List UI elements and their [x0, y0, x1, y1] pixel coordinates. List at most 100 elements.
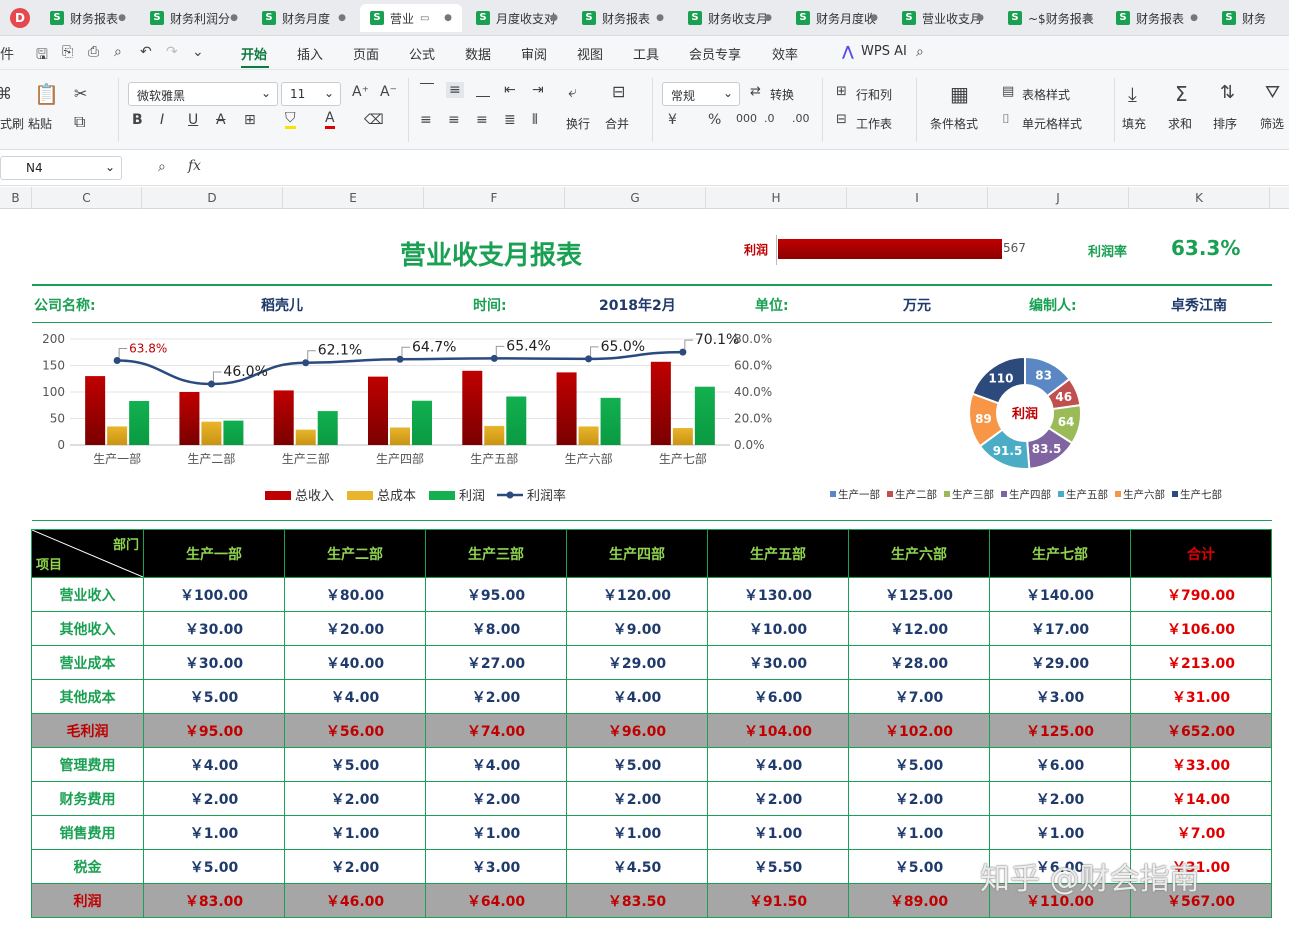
table-cell[interactable]: ￥30.00: [143, 645, 285, 680]
table-header-cell[interactable]: 生产一部: [143, 529, 285, 578]
table-cell[interactable]: ￥27.00: [425, 645, 567, 680]
underline-icon[interactable]: U: [188, 112, 198, 128]
tab-document[interactable]: S 财务利润分 ●: [140, 4, 248, 32]
table-cell[interactable]: ￥213.00: [1130, 645, 1272, 680]
close-icon[interactable]: ●: [1084, 13, 1092, 23]
table-cell[interactable]: ￥2.00: [284, 849, 426, 884]
menu-tab[interactable]: 会员专享: [689, 44, 741, 63]
tab-document[interactable]: S 财务收支月 ●: [678, 4, 782, 32]
menu-tab[interactable]: 数据: [465, 44, 491, 63]
format-painter-icon[interactable]: ⌘: [0, 84, 12, 103]
export-pdf-icon[interactable]: ⎘: [62, 44, 73, 60]
copy-icon[interactable]: ⧉: [74, 112, 85, 132]
column-header[interactable]: E: [283, 187, 424, 209]
table-cell[interactable]: ￥8.00: [425, 611, 567, 646]
tab-document[interactable]: S 营业收支月 ●: [892, 4, 994, 32]
table-cell[interactable]: ￥140.00: [989, 577, 1131, 612]
table-cell[interactable]: ￥83.50: [566, 883, 708, 918]
table-header-cell[interactable]: 生产三部: [425, 529, 567, 578]
table-cell[interactable]: ￥2.00: [425, 679, 567, 714]
worksheet-button[interactable]: 工作表: [856, 115, 892, 132]
redo-icon[interactable]: ↷: [166, 44, 178, 60]
rows-cols-button[interactable]: 行和列: [856, 86, 892, 103]
increase-font-icon[interactable]: A⁺: [352, 84, 369, 100]
table-cell[interactable]: ￥96.00: [566, 713, 708, 748]
wrap-text-icon[interactable]: ⤶: [568, 82, 577, 102]
menu-tab[interactable]: 审阅: [521, 44, 547, 63]
sort-icon[interactable]: ⇅: [1220, 82, 1235, 103]
table-style-icon[interactable]: ▤: [1002, 84, 1014, 99]
formula-input[interactable]: [216, 156, 1289, 180]
merge-button[interactable]: 合并: [605, 115, 629, 132]
tab-document[interactable]: S 财务月度收 ●: [786, 4, 888, 32]
align-top-icon[interactable]: ⎺: [420, 82, 434, 98]
menu-tab[interactable]: 工具: [633, 44, 659, 63]
table-cell[interactable]: ￥6.00: [707, 679, 849, 714]
print-preview-icon[interactable]: ⌕: [114, 44, 122, 60]
table-cell[interactable]: ￥1.00: [284, 815, 426, 850]
table-cell[interactable]: ￥2.00: [989, 781, 1131, 816]
row-label-cell[interactable]: 营业收入: [31, 577, 144, 612]
close-icon[interactable]: ●: [118, 13, 126, 23]
convert-icon[interactable]: ⇄: [750, 84, 761, 99]
table-header-cell[interactable]: 生产六部: [848, 529, 990, 578]
table-cell[interactable]: ￥17.00: [989, 611, 1131, 646]
table-cell[interactable]: ￥83.00: [143, 883, 285, 918]
table-header-cell[interactable]: 生产五部: [707, 529, 849, 578]
table-cell[interactable]: ￥5.00: [143, 679, 285, 714]
table-cell[interactable]: ￥1.00: [707, 815, 849, 850]
row-label-cell[interactable]: 其他收入: [31, 611, 144, 646]
table-header-cell[interactable]: 生产四部: [566, 529, 708, 578]
table-cell[interactable]: ￥20.00: [284, 611, 426, 646]
distributed-icon[interactable]: ⫴: [532, 112, 538, 128]
table-cell[interactable]: ￥95.00: [143, 713, 285, 748]
table-cell[interactable]: ￥10.00: [707, 611, 849, 646]
tab-document[interactable]: S 财务: [1212, 4, 1288, 32]
sheet-area[interactable]: 营业收支月报表 利润 567 利润率 63.3% 公司名称: 稻壳儿 时间: 2…: [0, 209, 1289, 927]
menu-tab[interactable]: 效率: [772, 44, 798, 63]
zoom-icon[interactable]: ⌕: [158, 159, 166, 175]
table-cell[interactable]: ￥1.00: [566, 815, 708, 850]
filter-button[interactable]: 筛选: [1260, 115, 1284, 132]
merge-icon[interactable]: ⊟: [612, 82, 625, 101]
search-icon[interactable]: ⌕: [916, 44, 924, 60]
table-cell[interactable]: ￥1.00: [989, 815, 1131, 850]
font-size-select[interactable]: 11 ⌄: [281, 82, 341, 106]
column-header[interactable]: F: [424, 187, 565, 209]
file-menu[interactable]: 件: [0, 44, 14, 64]
currency-icon[interactable]: ¥: [668, 112, 677, 128]
align-middle-icon[interactable]: ≡: [446, 82, 464, 98]
wps-ai-button[interactable]: WPS AI: [861, 44, 907, 59]
table-corner-cell[interactable]: 部门 项目: [31, 529, 144, 578]
fill-icon[interactable]: ⤓: [1128, 82, 1137, 106]
table-cell[interactable]: ￥95.00: [425, 577, 567, 612]
table-cell[interactable]: ￥30.00: [143, 611, 285, 646]
border-icon[interactable]: ⊞: [244, 112, 256, 128]
table-cell[interactable]: ￥125.00: [989, 713, 1131, 748]
table-cell[interactable]: ￥6.00: [989, 747, 1131, 782]
menu-tab[interactable]: 开始: [241, 44, 267, 63]
column-header[interactable]: C: [32, 187, 142, 209]
table-cell[interactable]: ￥46.00: [284, 883, 426, 918]
indent-decrease-icon[interactable]: ⇤: [504, 82, 516, 98]
thousands-icon[interactable]: 000: [736, 112, 757, 125]
paste-button[interactable]: 粘贴: [28, 115, 52, 132]
table-cell[interactable]: ￥56.00: [284, 713, 426, 748]
indent-increase-icon[interactable]: ⇥: [532, 82, 544, 98]
close-icon[interactable]: ●: [870, 13, 878, 23]
table-cell[interactable]: ￥91.50: [707, 883, 849, 918]
table-cell[interactable]: ￥102.00: [848, 713, 990, 748]
table-cell[interactable]: ￥29.00: [566, 645, 708, 680]
paste-icon[interactable]: 📋: [34, 82, 59, 106]
row-label-cell[interactable]: 营业成本: [31, 645, 144, 680]
table-cell[interactable]: ￥125.00: [848, 577, 990, 612]
table-header-cell[interactable]: 生产七部: [989, 529, 1131, 578]
italic-icon[interactable]: I: [160, 112, 164, 128]
table-style-button[interactable]: 表格样式: [1022, 86, 1070, 103]
table-cell[interactable]: ￥5.00: [566, 747, 708, 782]
table-cell[interactable]: ￥5.00: [848, 747, 990, 782]
row-label-cell[interactable]: 管理费用: [31, 747, 144, 782]
align-bottom-icon[interactable]: ⎽: [476, 82, 490, 98]
table-cell[interactable]: ￥7.00: [1130, 815, 1272, 850]
decrease-decimal-icon[interactable]: .00: [792, 112, 810, 125]
